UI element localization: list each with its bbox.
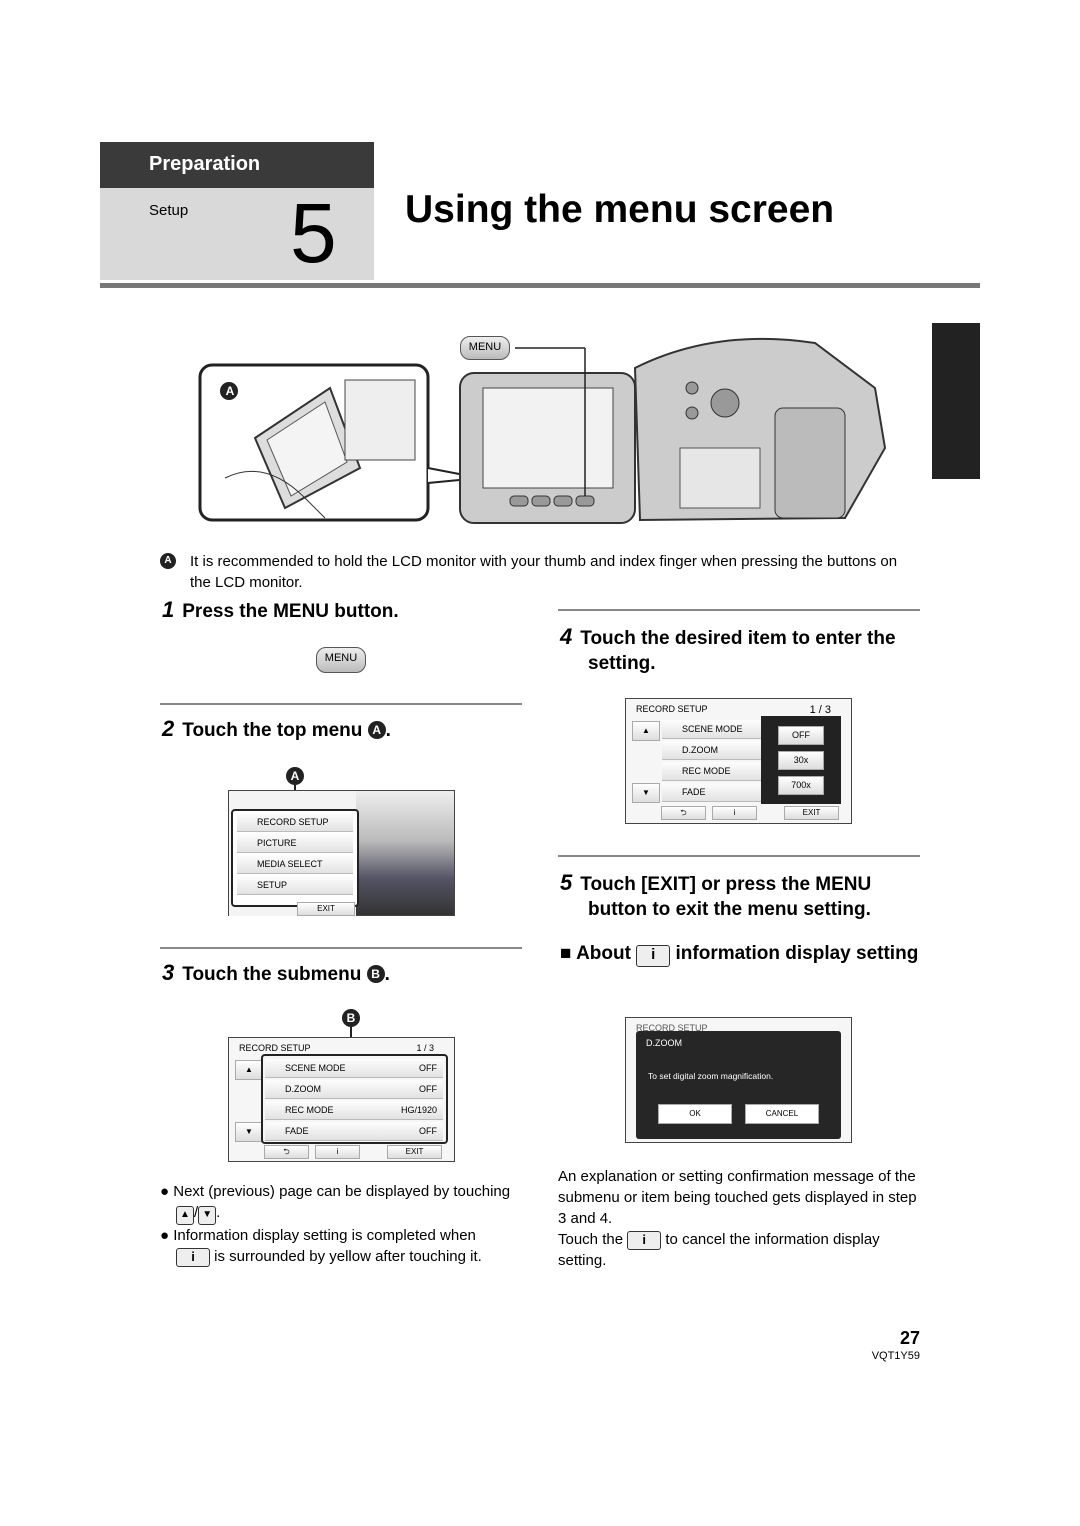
- ok-button[interactable]: OK: [658, 1104, 732, 1124]
- step-2: 2 Touch the top menu A.: [162, 716, 391, 741]
- info-dialog-screen: RECORD SETUP D.ZOOM To set digital zoom …: [625, 1017, 852, 1143]
- divider: [558, 855, 920, 857]
- divider: [558, 609, 920, 611]
- divider: [160, 703, 522, 705]
- submenu-item[interactable]: REC MODE HG/1920: [265, 1101, 443, 1120]
- doc-code: VQT1Y59: [871, 1350, 920, 1362]
- submenu-item[interactable]: FADE OFF: [265, 1122, 443, 1141]
- about-heading: ■ About i information display setting: [560, 941, 920, 967]
- section-label: Preparation: [100, 142, 374, 188]
- page-up-button[interactable]: ▲: [235, 1060, 263, 1080]
- step-5: 5 Touch [EXIT] or press the MENU button t…: [560, 870, 872, 920]
- step-3: 3 Touch the submenu B.: [162, 960, 390, 985]
- submenu-item[interactable]: SCENE MODE OFF: [265, 1059, 443, 1078]
- note-a-text: It is recommended to hold the LCD monito…: [190, 553, 898, 591]
- info-icon: i: [176, 1248, 210, 1267]
- page-number: 27: [899, 1328, 920, 1348]
- top-menu-screen: RECORD SETUP PICTURE MEDIA SELECT SETUP …: [228, 790, 455, 916]
- submenu-screen: RECORD SETUP 1 / 3 ▲ ▼ SCENE MODE OFF D.Z…: [228, 1037, 455, 1162]
- page-up-button[interactable]: ▲: [632, 721, 660, 741]
- chapter-number: 5: [290, 186, 337, 280]
- page-down-button[interactable]: ▼: [632, 783, 660, 803]
- top-menu-picture[interactable]: PICTURE: [237, 834, 353, 853]
- cancel-button[interactable]: CANCEL: [745, 1104, 819, 1124]
- option-30x[interactable]: 30x: [778, 751, 824, 770]
- title-rule: [100, 283, 980, 288]
- info-button[interactable]: i: [315, 1145, 360, 1159]
- return-button[interactable]: ⮌: [264, 1145, 309, 1159]
- page-down-icon: ▼: [198, 1206, 217, 1225]
- option-700x[interactable]: 700x: [778, 776, 824, 795]
- dialog-message: To set digital zoom magnification.: [648, 1071, 774, 1081]
- marker-a-icon: A: [160, 553, 176, 569]
- option-screen: RECORD SETUP 1 / 3 ▲ ▼ SCENE MODE D.ZOOM…: [625, 698, 852, 824]
- menu-button[interactable]: MENU: [316, 647, 366, 673]
- camcorder-illustration: [198, 337, 887, 524]
- page-indicator: 1 / 3: [416, 1043, 434, 1053]
- step-1: 1 Press the MENU button.: [162, 597, 399, 622]
- top-menu-media-select[interactable]: MEDIA SELECT: [237, 855, 353, 874]
- divider: [160, 947, 522, 949]
- explanation: An explanation or setting confirmation m…: [558, 1168, 917, 1269]
- top-menu-record-setup[interactable]: RECORD SETUP: [237, 813, 353, 832]
- marker-b-icon: B: [366, 965, 385, 983]
- page-down-button[interactable]: ▼: [235, 1122, 263, 1142]
- info-icon: i: [627, 1231, 662, 1250]
- dialog-item: D.ZOOM: [646, 1038, 682, 1048]
- illustration-marker-a: A: [225, 384, 235, 398]
- exit-button[interactable]: EXIT: [387, 1145, 442, 1159]
- page-up-icon: ▲: [176, 1206, 194, 1225]
- subsection-label: Setup: [149, 202, 189, 219]
- info-icon: i: [636, 945, 671, 967]
- note-a: A It is recommended to hold the LCD moni…: [160, 551, 920, 593]
- top-menu-setup[interactable]: SETUP: [237, 876, 353, 895]
- step-4: 4 Touch the desired item to enter the set…: [560, 624, 896, 674]
- exit-button[interactable]: EXIT: [297, 902, 355, 916]
- marker-a-icon: A: [367, 721, 386, 739]
- marker-a-icon: A: [286, 767, 304, 785]
- side-tab: [932, 323, 980, 479]
- page-title: Using the menu screen: [405, 188, 835, 231]
- menu-button-illustration: MENU: [460, 336, 510, 360]
- marker-b-icon: B: [342, 1009, 360, 1027]
- submenu-item[interactable]: D.ZOOM OFF: [265, 1080, 443, 1099]
- bullet-list: ● Next (previous) page can be displayed …: [160, 1183, 511, 1267]
- option-off[interactable]: OFF: [778, 726, 824, 745]
- submenu-title: RECORD SETUP: [239, 1043, 311, 1053]
